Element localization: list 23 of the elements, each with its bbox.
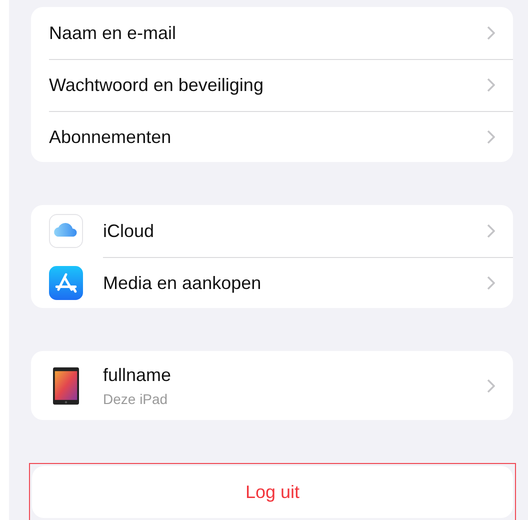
app-store-icon [49,266,83,300]
chevron-icon [487,26,495,40]
settings-row[interactable]: Wachtwoord en beveiliging [31,59,513,111]
settings-row[interactable]: iCloud [31,205,513,258]
tablet-icon [53,366,79,405]
row-label: Naam en e-mail [49,22,178,44]
row-label: Wachtwoord en beveiliging [49,74,264,96]
row-label: fullname [103,364,172,386]
chevron-icon [487,224,495,238]
chevron-icon [487,130,495,144]
chevron-icon [487,78,495,92]
row-label: iCloud [103,220,156,242]
settings-row[interactable]: Media en aankopen [31,257,513,308]
row-label: Media en aankopen [103,272,262,294]
settings-row[interactable]: Abonnementen [31,111,513,162]
settings-row[interactable]: Naam en e-mail [31,7,513,59]
row-subtitle: Deze iPad [103,390,169,407]
cloud-icon [49,214,83,248]
chevron-icon [487,378,495,393]
chevron-icon [487,276,495,290]
settings-row[interactable]: fullname Deze iPad [31,351,513,420]
row-label: Abonnementen [49,126,172,148]
log-out-button[interactable]: Log uit [32,466,513,518]
